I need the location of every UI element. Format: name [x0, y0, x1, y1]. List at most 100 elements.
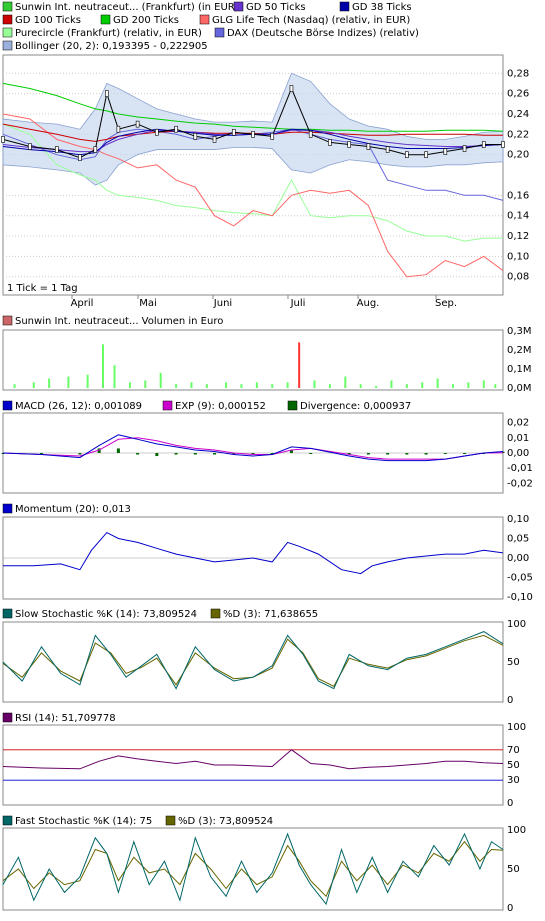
legend-swatch-fastd	[165, 815, 176, 826]
price-candle	[308, 131, 313, 138]
volume-bar	[159, 372, 162, 388]
price-axis-tick: 0,10	[507, 251, 529, 262]
divergence-bar	[174, 453, 178, 455]
fast-stoch-panel	[2, 827, 504, 911]
volume-bar	[175, 384, 178, 388]
price-candle	[28, 143, 32, 150]
price-candle	[328, 139, 332, 146]
rsi-panel	[2, 724, 504, 806]
legend-swatch-volume	[2, 315, 13, 326]
legend-swatch-macd	[2, 400, 13, 411]
volume-bar	[240, 384, 243, 388]
price-candle	[116, 125, 121, 133]
rsi-axis-tick: 0	[507, 798, 513, 809]
volume-bar	[482, 380, 485, 388]
price-candle	[289, 85, 294, 92]
legend-swatch-glg	[199, 14, 210, 25]
volume-title: Sunwin Int. neutraceut... Volumen in Eur…	[15, 316, 223, 327]
legend-gd100: GD 100 Ticks	[15, 15, 81, 26]
divergence-bar	[193, 453, 197, 455]
momentum-axis-tick: 0,10	[507, 514, 529, 525]
month-label: Sep.	[435, 298, 457, 309]
legend-swatch-dax	[214, 27, 225, 38]
legend-bollinger: Bollinger (20, 2): 0,193395 - 0,222905	[15, 41, 208, 52]
momentum-axis-tick: -0,05	[507, 573, 533, 584]
price-candle	[270, 133, 275, 140]
price-candle	[135, 120, 140, 128]
month-label: Mai	[139, 298, 157, 309]
volume-bar	[86, 374, 89, 388]
momentum-axis-tick: 0,00	[507, 553, 529, 564]
price-candle	[385, 146, 390, 153]
volume-bar	[421, 382, 424, 388]
legend-swatch-slowd	[210, 608, 221, 619]
volume-bar	[48, 378, 51, 388]
legend-swatch-exp	[162, 400, 173, 411]
slow-stoch-panel	[2, 621, 504, 703]
legend-gd38: GD 38 Ticks	[352, 2, 412, 13]
divergence-bar	[424, 453, 428, 455]
fast-d-label: %D (3): 73,809524	[178, 816, 273, 827]
month-label: Juni	[213, 298, 232, 309]
momentum-axis-tick: 0,05	[507, 534, 529, 545]
volume-bar	[494, 384, 497, 388]
month-label: Aug.	[357, 298, 380, 309]
price-candle	[78, 154, 82, 162]
price-axis-tick: 0,22	[507, 129, 529, 140]
legend-swatch-gd100	[2, 14, 13, 25]
legend-glg: GLG Life Tech (Nasdaq) (relativ, in EUR)	[212, 15, 410, 26]
legend-swatch-momentum	[2, 503, 13, 514]
rsi-axis-tick: 50	[507, 760, 520, 771]
fast-axis-tick: 0	[507, 903, 513, 914]
rsi-axis-tick: 100	[507, 722, 526, 733]
volume-bar	[298, 342, 301, 388]
volume-bar	[286, 382, 289, 388]
rsi-axis-tick: 70	[507, 745, 520, 756]
legend-gd50: GD 50 Ticks	[246, 2, 306, 13]
momentum-label: Momentum (20): 0,013	[15, 504, 131, 515]
volume-bar	[467, 382, 470, 388]
legend-swatch-gd200	[100, 14, 111, 25]
price-candle	[366, 143, 371, 150]
volume-panel	[2, 329, 504, 391]
price-panel	[2, 54, 504, 296]
price-candle	[212, 136, 217, 143]
legend-swatch-gd38	[339, 1, 350, 12]
volume-bar	[13, 384, 16, 388]
price-candle	[347, 141, 351, 148]
slow-axis-tick: 50	[507, 657, 520, 668]
divergence-label: Divergence: 0,000937	[300, 401, 411, 412]
rsi-label: RSI (14): 51,709778	[15, 713, 116, 724]
macd-axis-tick: 0,01	[507, 433, 529, 444]
price-axis-tick: 0,14	[507, 211, 529, 222]
legend-swatch-slowk	[2, 608, 13, 619]
price-candle	[443, 148, 448, 155]
volume-bar	[359, 384, 362, 388]
price-candle	[405, 151, 409, 158]
divergence-bar	[136, 453, 140, 455]
volume-axis-tick: 0,0M	[507, 383, 532, 394]
price-candle	[1, 136, 5, 143]
price-candle	[251, 131, 255, 138]
price-candle	[105, 90, 109, 97]
price-axis-tick: 0,28	[507, 68, 529, 79]
divergence-bar	[155, 453, 159, 457]
volume-bar	[32, 382, 35, 388]
slow-stoch-axis: 100 50 0	[507, 619, 526, 706]
legend-swatch-pure	[2, 27, 13, 38]
volume-bar	[328, 384, 331, 388]
macd-label: MACD (26, 12): 0,001089	[15, 401, 142, 412]
price-axis-tick: 0,26	[507, 89, 529, 100]
macd-axis-tick: 0,02	[507, 418, 529, 429]
legend-swatch-fastk	[2, 815, 13, 826]
price-candle	[193, 133, 198, 140]
slow-axis-tick: 100	[507, 619, 526, 630]
legend-swatch-gd50	[233, 1, 244, 12]
momentum-axis-tick: -0,10	[507, 592, 533, 603]
divergence-bar	[213, 453, 217, 455]
volume-bar	[452, 384, 454, 388]
divergence-bar	[78, 453, 82, 455]
divergence-bar	[463, 453, 467, 454]
tick-note: 1 Tick = 1 Tag	[7, 283, 78, 294]
volume-bar	[375, 386, 378, 388]
